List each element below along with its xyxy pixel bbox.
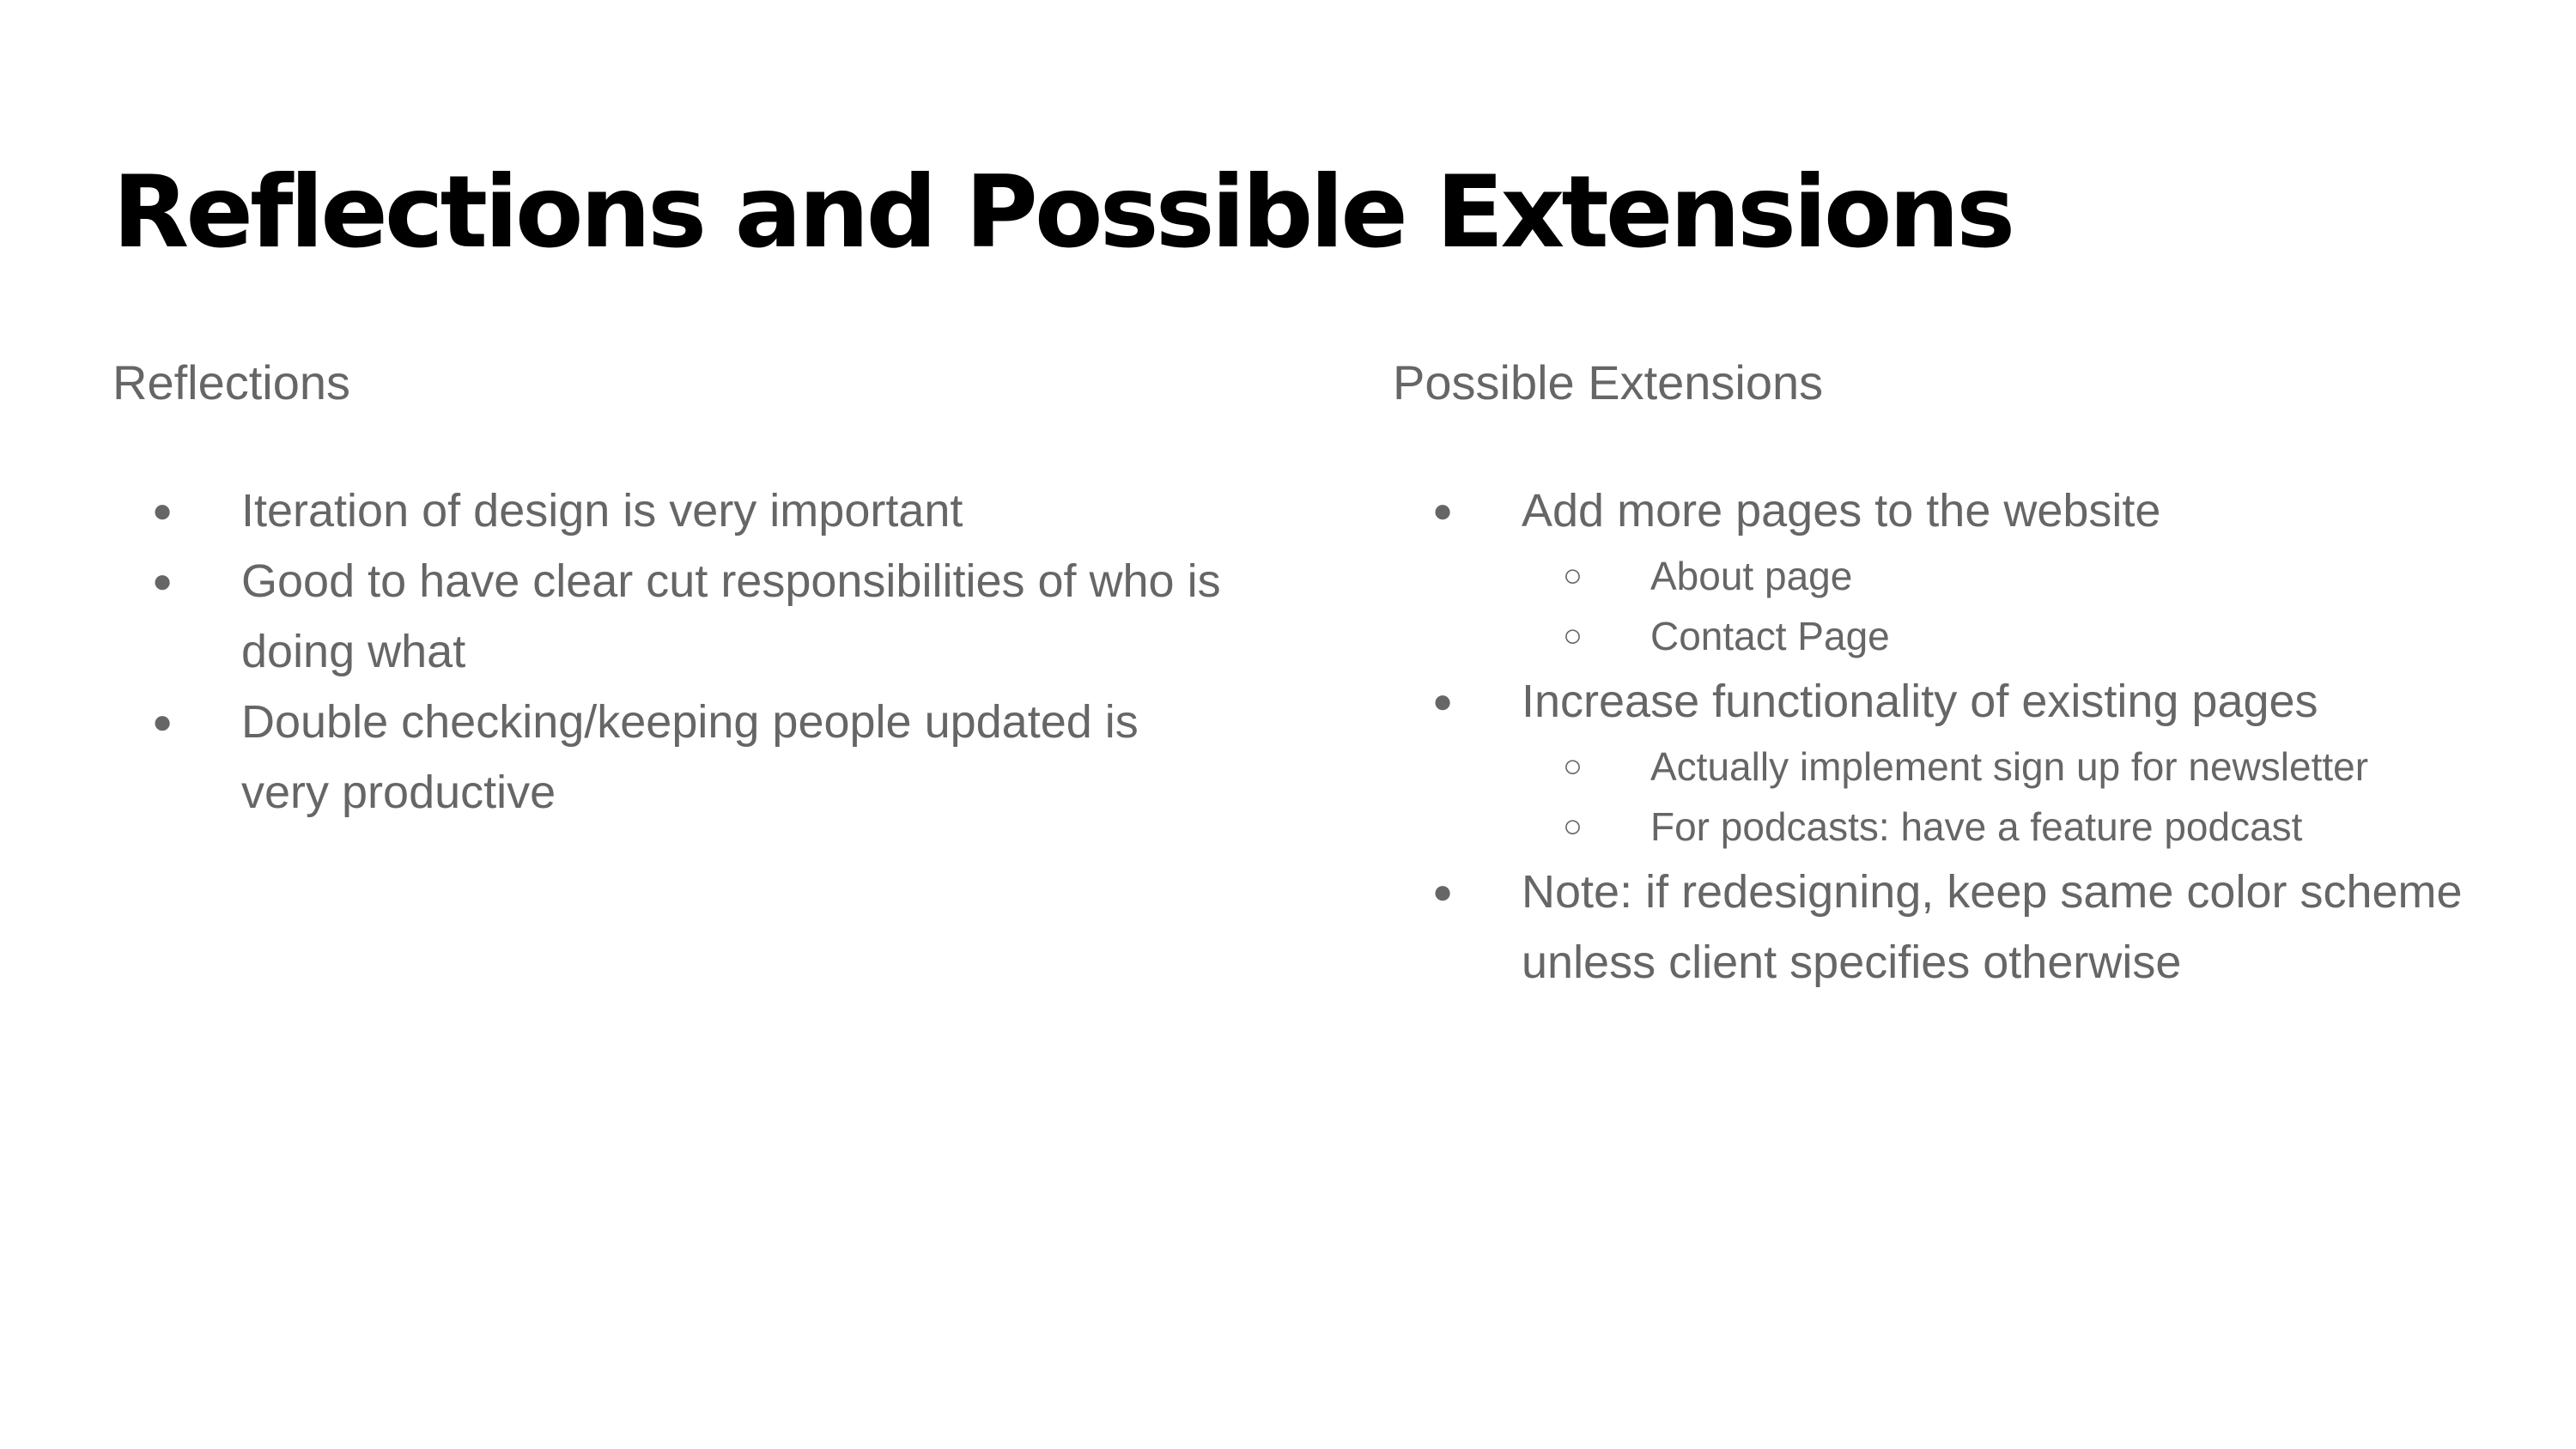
- sub-list: ○ Actually implement sign up for newslet…: [1522, 737, 2576, 857]
- hollow-bullet-icon: ○: [1563, 809, 1583, 845]
- list-item-text: Increase functionality of existing pages: [1522, 676, 2318, 727]
- list-item: ● Increase functionality of existing pag…: [1393, 666, 2576, 857]
- filled-bullet-icon: ●: [1432, 492, 1454, 530]
- extensions-column: Possible Extensions ● Add more pages to …: [1393, 352, 2509, 997]
- reflections-column: Reflections ● Iteration of design is ver…: [112, 352, 1229, 828]
- list-item: ● Double checking/keeping people updated…: [112, 687, 1229, 828]
- list-item-text: Good to have clear cut responsibilities …: [241, 555, 1221, 677]
- list-item: ● Note: if redesigning, keep same color …: [1393, 857, 2576, 997]
- hollow-bullet-icon: ○: [1563, 618, 1583, 654]
- filled-bullet-icon: ●: [1432, 873, 1454, 911]
- list-item-text: Note: if redesigning, keep same color sc…: [1522, 866, 2463, 988]
- reflections-list: ● Iteration of design is very important …: [112, 476, 1229, 828]
- list-item-text: Add more pages to the website: [1522, 485, 2161, 537]
- extensions-heading: Possible Extensions: [1393, 355, 1824, 409]
- list-item: ● Good to have clear cut responsibilitie…: [112, 546, 1229, 687]
- sub-list-item: ○ About page: [1522, 546, 2576, 606]
- extensions-list: ● Add more pages to the website ○ About …: [1393, 476, 2509, 997]
- hollow-bullet-icon: ○: [1563, 749, 1583, 785]
- filled-bullet-icon: ●: [152, 562, 173, 600]
- sub-list-item: ○ For podcasts: have a feature podcast: [1522, 797, 2576, 857]
- sub-list-item: ○ Contact Page: [1522, 606, 2576, 666]
- sub-list-item: ○ Actually implement sign up for newslet…: [1522, 737, 2576, 797]
- list-item: ● Iteration of design is very important: [112, 476, 1229, 546]
- reflections-heading: Reflections: [112, 355, 351, 409]
- filled-bullet-icon: ●: [152, 492, 173, 530]
- sub-list-item-text: About page: [1650, 554, 1853, 598]
- sub-list-item-text: For podcasts: have a feature podcast: [1650, 804, 2303, 849]
- hollow-bullet-icon: ○: [1563, 558, 1583, 594]
- slide: Reflections and Possible Extensions Refl…: [0, 0, 2576, 1449]
- slide-title: Reflections and Possible Extensions: [112, 155, 2015, 270]
- filled-bullet-icon: ●: [1432, 682, 1454, 720]
- sub-list: ○ About page ○ Contact Page: [1522, 546, 2576, 666]
- sub-list-item-text: Actually implement sign up for newslette…: [1650, 744, 2369, 789]
- filled-bullet-icon: ●: [152, 703, 173, 741]
- sub-list-item-text: Contact Page: [1650, 614, 1890, 658]
- list-item: ● Add more pages to the website ○ About …: [1393, 476, 2576, 666]
- list-item-text: Double checking/keeping people updated i…: [241, 696, 1139, 818]
- list-item-text: Iteration of design is very important: [241, 485, 963, 537]
